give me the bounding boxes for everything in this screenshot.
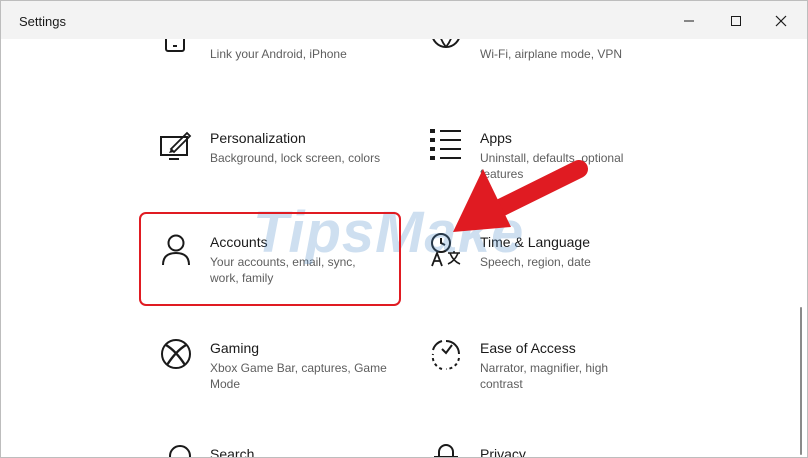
close-button[interactable]	[759, 7, 803, 35]
tile-gaming[interactable]: Gaming Xbox Game Bar, captures, Game Mod…	[159, 339, 389, 397]
close-icon	[775, 15, 787, 27]
minimize-icon	[684, 20, 694, 22]
title-bar[interactable]: Settings	[1, 1, 807, 39]
scrollbar[interactable]	[798, 39, 804, 457]
tile-title: Apps	[480, 130, 512, 146]
globe-icon	[429, 39, 463, 61]
xbox-icon	[159, 339, 193, 373]
settings-grid: Link your Android, iPhone Wi-Fi, airplan…	[1, 39, 807, 457]
tile-title: Privacy	[480, 446, 526, 457]
tile-network[interactable]: Wi-Fi, airplane mode, VPN	[429, 39, 659, 67]
tile-desc: Link your Android, iPhone	[210, 47, 347, 61]
tile-desc: Xbox Game Bar, captures, Game Mode	[210, 361, 387, 391]
tile-ease-of-access[interactable]: Ease of Access Narrator, magnifier, high…	[429, 339, 659, 397]
tile-title: Ease of Access	[480, 340, 576, 356]
minimize-button[interactable]	[667, 7, 711, 35]
tile-phone[interactable]: Link your Android, iPhone	[159, 39, 389, 67]
scrollbar-thumb[interactable]	[800, 307, 802, 455]
personalization-icon	[159, 129, 193, 163]
window-title: Settings	[19, 14, 66, 29]
maximize-button[interactable]	[714, 7, 758, 35]
tile-desc: Wi-Fi, airplane mode, VPN	[480, 47, 623, 61]
tile-search[interactable]: Search	[159, 443, 389, 457]
tile-desc: Background, lock screen, colors	[210, 151, 381, 165]
tile-personalization[interactable]: Personalization Background, lock screen,…	[159, 129, 389, 173]
tile-title: Personalization	[210, 130, 306, 146]
ease-of-access-icon	[429, 339, 463, 373]
accounts-highlight-box	[139, 212, 401, 306]
red-arrow-icon	[453, 160, 588, 232]
settings-window: Settings Link your Android, iPhone Wi-Fi…	[0, 0, 808, 458]
maximize-icon	[731, 16, 741, 26]
lock-icon	[429, 443, 463, 457]
search-icon	[159, 443, 193, 457]
phone-icon	[159, 39, 193, 61]
tile-privacy[interactable]: Privacy	[429, 443, 659, 457]
tile-desc: Narrator, magnifier, high contrast	[480, 361, 609, 391]
tile-title: Search	[210, 446, 255, 457]
tile-title: Gaming	[210, 340, 260, 356]
